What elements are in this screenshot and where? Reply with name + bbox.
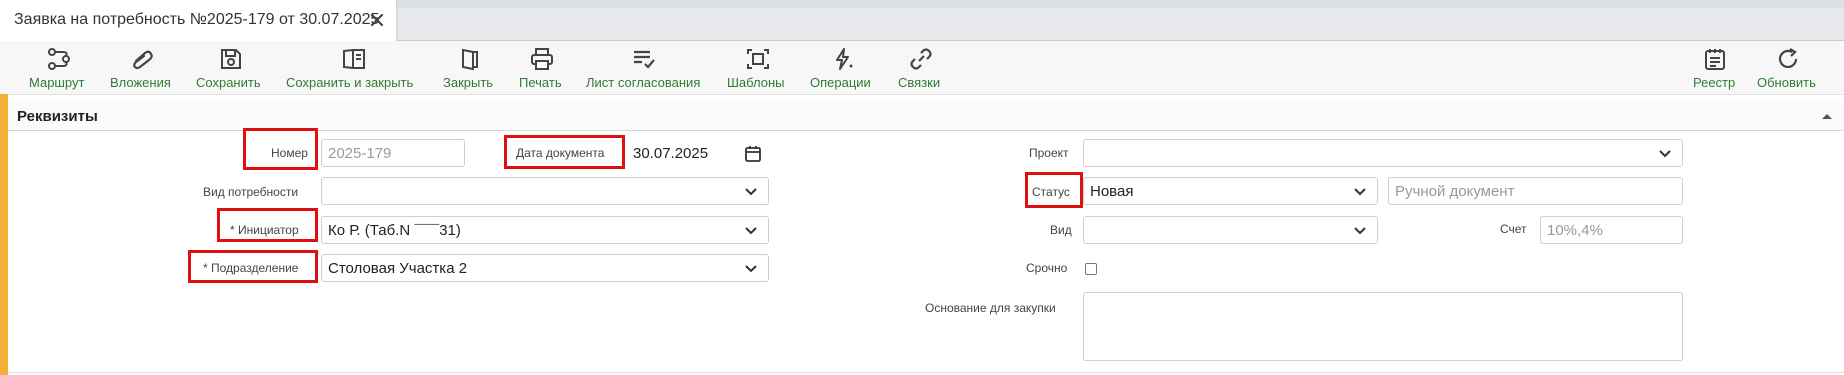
kind-select[interactable] bbox=[1083, 216, 1378, 244]
links-label: Связки bbox=[898, 75, 941, 90]
refresh-label: Обновить bbox=[1757, 75, 1816, 90]
registry-icon bbox=[1705, 49, 1725, 70]
department-select[interactable]: Столовая Участка 2 bbox=[321, 254, 769, 282]
link-icon bbox=[910, 48, 932, 70]
purchase-basis-textarea[interactable] bbox=[1083, 292, 1683, 361]
chevron-up-icon[interactable] bbox=[1821, 112, 1833, 120]
templates-icon bbox=[747, 49, 769, 69]
tab-title: Заявка на потребность №2025-179 от 30.07… bbox=[14, 11, 380, 28]
department-label: * Подразделение bbox=[203, 261, 299, 275]
route-icon bbox=[48, 48, 70, 70]
need-type-label: Вид потребности bbox=[203, 185, 299, 199]
print-button[interactable]: Печать bbox=[519, 43, 567, 91]
need-type-select[interactable] bbox=[321, 177, 769, 205]
approval-sheet-label: Лист согласования bbox=[586, 75, 701, 90]
approval-sheet-button[interactable]: Лист согласования bbox=[586, 43, 708, 91]
operations-button[interactable]: Операции bbox=[810, 43, 876, 91]
toolbar: Маршрут Вложения Сохранить Сохранить и з… bbox=[0, 41, 1844, 95]
account-label: Счет bbox=[1500, 222, 1527, 236]
attachments-button[interactable]: Вложения bbox=[110, 43, 176, 91]
panel-title: Реквизиты bbox=[17, 108, 98, 125]
tab-strip-empty bbox=[398, 8, 1844, 40]
number-label: Номер bbox=[271, 146, 308, 160]
status-select[interactable]: Новая bbox=[1083, 177, 1378, 205]
close-icon[interactable] bbox=[368, 11, 386, 29]
number-value: 2025-179 bbox=[328, 145, 392, 162]
save-button[interactable]: Сохранить bbox=[196, 43, 266, 91]
templates-label: Шаблоны bbox=[727, 75, 785, 90]
save-icon bbox=[221, 49, 241, 69]
calendar-icon[interactable] bbox=[745, 145, 761, 162]
route-button[interactable]: Маршрут bbox=[28, 43, 90, 91]
checklist-icon bbox=[634, 50, 655, 69]
chevron-down-icon bbox=[1659, 150, 1671, 158]
panel-header[interactable]: Реквизиты bbox=[8, 102, 1844, 131]
printer-icon bbox=[531, 48, 553, 70]
save-close-label: Сохранить и закрыть bbox=[286, 75, 414, 90]
print-label: Печать bbox=[519, 75, 562, 90]
kind-label: Вид bbox=[1050, 223, 1072, 237]
manual-document-placeholder: Ручной документ bbox=[1395, 183, 1515, 200]
chevron-down-icon bbox=[1354, 188, 1366, 196]
registry-label: Реестр bbox=[1693, 75, 1736, 90]
doc-date-value: 30.07.2025 bbox=[633, 145, 709, 162]
templates-button[interactable]: Шаблоны bbox=[727, 43, 789, 91]
account-field[interactable]: 10%,4% bbox=[1540, 216, 1683, 244]
panel-bottom-border bbox=[8, 372, 1844, 373]
initiator-value: Ко Р. (Таб.N ¯¯¯31) bbox=[328, 222, 461, 239]
save-label: Сохранить bbox=[196, 75, 261, 90]
operations-label: Операции bbox=[810, 75, 871, 90]
chevron-down-icon bbox=[745, 188, 757, 196]
status-label: Статус bbox=[1032, 185, 1070, 199]
attachments-label: Вложения bbox=[110, 75, 171, 90]
chevron-down-icon bbox=[1354, 227, 1366, 235]
refresh-icon bbox=[1778, 48, 1798, 68]
purchase-basis-label: Основание для закупки bbox=[925, 301, 1056, 315]
account-value: 10%,4% bbox=[1547, 222, 1603, 239]
project-select[interactable] bbox=[1083, 139, 1683, 167]
chevron-down-icon bbox=[745, 227, 757, 235]
initiator-label: * Инициатор bbox=[230, 223, 299, 237]
route-label: Маршрут bbox=[29, 75, 85, 90]
lightning-icon bbox=[836, 48, 853, 70]
document-tab[interactable]: Заявка на потребность №2025-179 от 30.07… bbox=[0, 0, 397, 41]
urgent-label: Срочно bbox=[1026, 261, 1068, 275]
save-close-icon bbox=[343, 48, 365, 70]
doc-date-label: Дата документа bbox=[516, 146, 605, 160]
save-close-button[interactable]: Сохранить и закрыть bbox=[286, 43, 422, 91]
paperclip-icon bbox=[133, 50, 153, 70]
number-field[interactable]: 2025-179 bbox=[321, 139, 465, 167]
project-label: Проект bbox=[1029, 146, 1069, 160]
close-button[interactable]: Закрыть bbox=[443, 43, 499, 91]
status-value: Новая bbox=[1090, 183, 1134, 200]
chevron-down-icon bbox=[745, 265, 757, 273]
urgent-checkbox[interactable] bbox=[1085, 263, 1097, 275]
manual-document-field[interactable]: Ручной документ bbox=[1388, 177, 1683, 205]
initiator-select[interactable]: Ко Р. (Таб.N ¯¯¯31) bbox=[321, 216, 769, 244]
close-door-icon bbox=[462, 48, 478, 71]
left-accent-bar bbox=[0, 94, 8, 375]
refresh-button[interactable]: Обновить bbox=[1757, 43, 1821, 91]
tab-bar: Заявка на потребность №2025-179 от 30.07… bbox=[0, 0, 1844, 41]
doc-date-field[interactable]: 30.07.2025 bbox=[624, 139, 768, 167]
registry-button[interactable]: Реестр bbox=[1693, 43, 1737, 91]
links-button[interactable]: Связки bbox=[898, 43, 944, 91]
close-label: Закрыть bbox=[443, 75, 494, 90]
department-value: Столовая Участка 2 bbox=[328, 260, 468, 277]
